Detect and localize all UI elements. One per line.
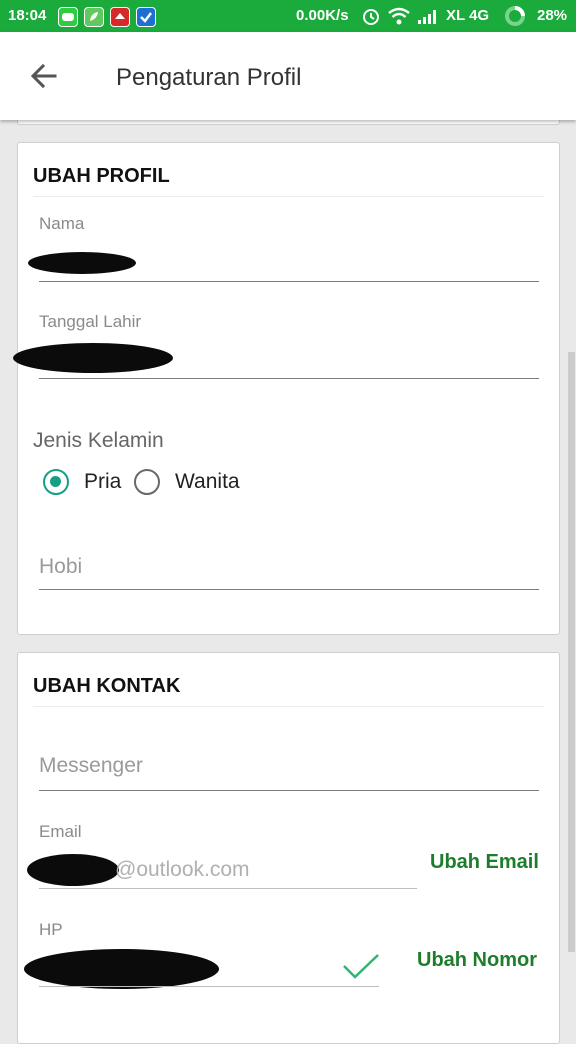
contact-card-title: UBAH KONTAK — [33, 675, 181, 697]
back-button[interactable] — [24, 56, 64, 96]
contact-card: UBAH KONTAK Messenger Email @outlook.com… — [17, 652, 560, 1044]
nama-label: Nama — [39, 214, 85, 233]
app-bar: Pengaturan Profil — [0, 32, 576, 120]
redacted-birthdate — [13, 343, 173, 373]
tanggal-lahir-input[interactable] — [13, 335, 539, 380]
hp-label: HP — [39, 920, 63, 939]
hp-input[interactable] — [24, 945, 379, 989]
leaf-app-icon — [84, 7, 104, 27]
radio-unchecked-icon — [134, 469, 160, 495]
arrow-back-icon — [30, 63, 57, 89]
messenger-underline — [39, 790, 539, 791]
nama-underline — [39, 281, 539, 282]
carrier-label: XL 4G — [446, 7, 490, 24]
radio-label-wanita: Wanita — [175, 470, 240, 493]
messenger-input[interactable]: Messenger — [39, 748, 539, 788]
gender-radio-pria[interactable]: Pria — [40, 465, 130, 499]
card-divider — [33, 196, 544, 197]
hobi-placeholder: Hobi — [39, 555, 83, 578]
email-input[interactable]: @outlook.com — [27, 848, 417, 888]
network-speed: 0.00K/s — [296, 7, 349, 24]
hp-underline — [39, 986, 379, 987]
email-label: Email — [39, 822, 82, 841]
profile-card-title: UBAH PROFIL — [33, 165, 170, 187]
alarm-icon — [362, 6, 380, 30]
scrollbar-thumb[interactable] — [568, 352, 575, 952]
tanggal-lahir-underline — [39, 378, 539, 379]
redacted-email-user — [27, 854, 119, 886]
hobi-input[interactable]: Hobi — [39, 548, 539, 588]
redacted-phone — [24, 949, 219, 989]
page-title: Pengaturan Profil — [116, 64, 302, 91]
card-divider — [33, 706, 544, 707]
line-icon — [58, 7, 78, 27]
battery-ring-icon — [504, 5, 526, 31]
ubah-nomor-button[interactable]: Ubah Nomor — [417, 949, 537, 972]
hobi-underline — [39, 589, 539, 590]
status-bar: 18:04 0.00K/s XL 4G 28% — [0, 0, 576, 32]
wifi-icon — [388, 6, 410, 30]
email-underline — [39, 888, 417, 889]
checkmark-icon — [343, 954, 379, 979]
radio-checked-icon — [43, 469, 69, 495]
nama-input[interactable] — [28, 238, 539, 283]
tanggal-lahir-label: Tanggal Lahir — [39, 312, 142, 331]
signal-icon — [416, 6, 438, 30]
check-app-icon — [136, 7, 156, 27]
messenger-placeholder: Messenger — [39, 754, 143, 777]
gender-radio-wanita[interactable]: Wanita — [130, 465, 260, 499]
ubah-email-button[interactable]: Ubah Email — [430, 851, 539, 874]
radio-label-pria: Pria — [84, 470, 122, 493]
red-app-icon — [110, 7, 130, 27]
redacted-name — [28, 252, 136, 274]
status-time: 18:04 — [8, 7, 47, 24]
jenis-kelamin-label: Jenis Kelamin — [33, 429, 164, 452]
email-value: @outlook.com — [115, 858, 250, 881]
profile-card: UBAH PROFIL Nama Tanggal Lahir Jenis Kel… — [13, 142, 560, 635]
battery-percent: 28% — [537, 7, 568, 24]
